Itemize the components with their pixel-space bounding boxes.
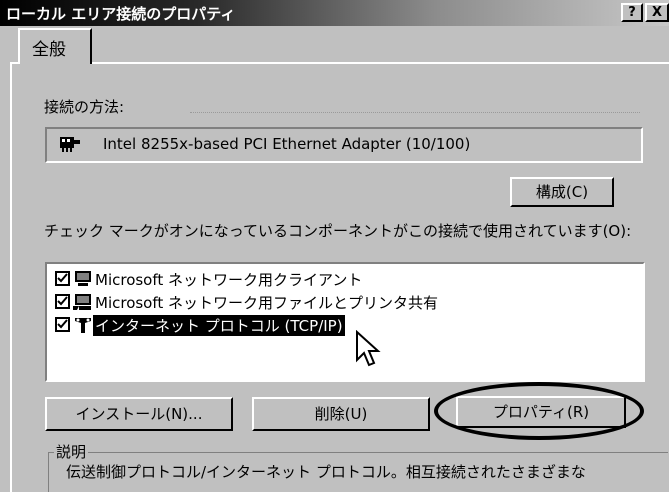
checkbox[interactable] bbox=[55, 317, 70, 332]
checkbox[interactable] bbox=[55, 294, 70, 309]
file-printer-sharing-icon bbox=[73, 294, 91, 310]
description-label: 説明 bbox=[54, 441, 89, 462]
network-client-icon bbox=[75, 271, 91, 286]
close-button[interactable]: X bbox=[645, 3, 669, 22]
install-button[interactable]: インストール(N)... bbox=[45, 397, 233, 431]
uninstall-button[interactable]: 削除(U) bbox=[252, 397, 430, 431]
checkbox[interactable] bbox=[55, 271, 70, 286]
list-item-label: Microsoft ネットワーク用ファイルとプリンタ共有 bbox=[95, 294, 439, 312]
adapter-name: Intel 8255x-based PCI Ethernet Adapter (… bbox=[103, 135, 471, 153]
list-item[interactable]: Microsoft ネットワーク用クライアント bbox=[55, 268, 615, 290]
configure-button[interactable]: 構成(C) bbox=[510, 177, 614, 207]
divider bbox=[190, 112, 640, 114]
highlight-ellipse bbox=[434, 382, 644, 440]
components-list[interactable]: Microsoft ネットワーク用クライアント Microsoft ネットワーク… bbox=[45, 262, 645, 382]
components-label: チェック マークがオンになっているコンポーネントがこの接続で使用されています(O… bbox=[44, 222, 632, 240]
help-button[interactable]: ? bbox=[621, 3, 643, 22]
list-item-selected[interactable]: インターネット プロトコル (TCP/IP) bbox=[55, 314, 615, 336]
window-title: ローカル エリア接続のプロパティ bbox=[6, 5, 236, 23]
connect-using-label: 接続の方法: bbox=[44, 98, 125, 116]
protocol-icon bbox=[75, 318, 91, 333]
network-adapter-icon bbox=[60, 137, 80, 152]
tab-general[interactable]: 全般 bbox=[18, 28, 92, 64]
list-item[interactable]: Microsoft ネットワーク用ファイルとプリンタ共有 bbox=[55, 291, 615, 313]
list-item-label: インターネット プロトコル (TCP/IP) bbox=[93, 315, 345, 336]
list-item-label: Microsoft ネットワーク用クライアント bbox=[95, 271, 363, 289]
title-bar[interactable]: ローカル エリア接続のプロパティ ? X bbox=[0, 0, 669, 26]
tab-general-label: 全般 bbox=[32, 40, 66, 60]
adapter-field: Intel 8255x-based PCI Ethernet Adapter (… bbox=[45, 127, 643, 163]
mouse-cursor-icon bbox=[356, 330, 381, 367]
